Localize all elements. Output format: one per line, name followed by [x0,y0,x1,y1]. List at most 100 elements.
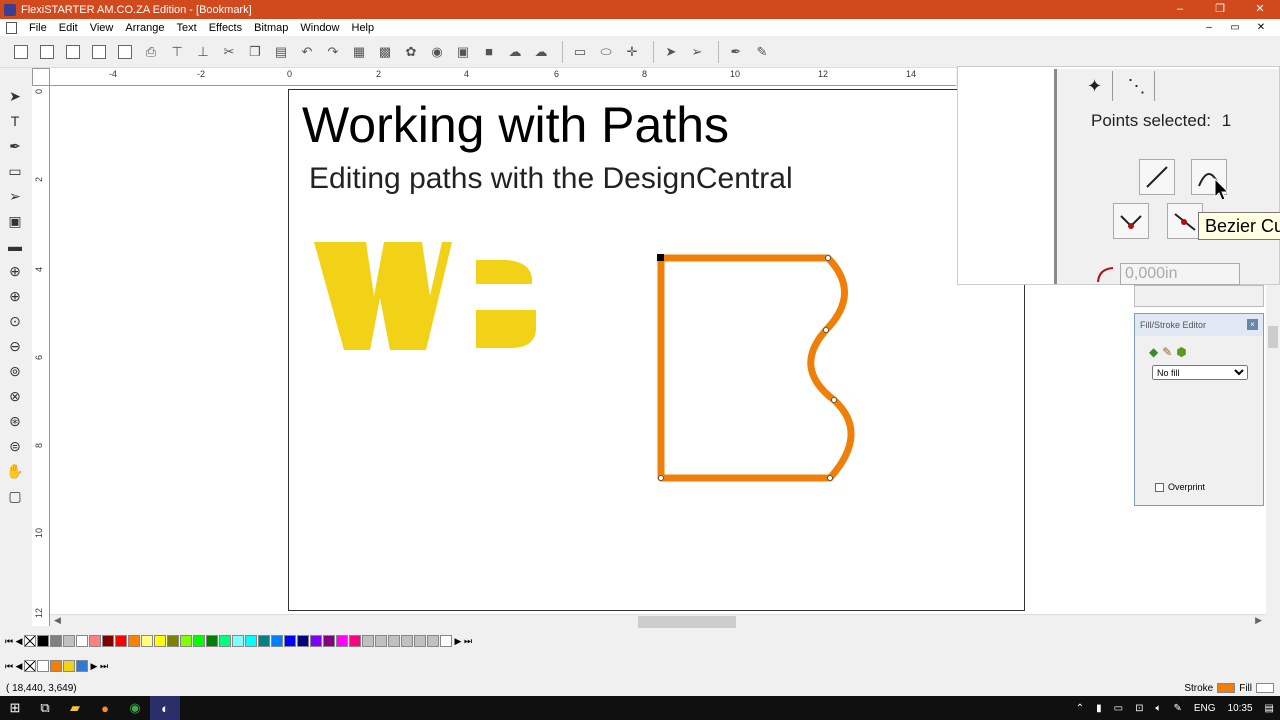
microphone-icon[interactable]: ▮ [1096,703,1102,714]
file-explorer-icon[interactable]: ▰ [60,696,90,720]
palette-prev-icon[interactable]: ◀ [14,635,24,647]
horizontal-ruler[interactable]: -4 -2 0 2 4 6 8 10 12 14 [50,68,956,86]
text-tool-icon[interactable]: T [3,110,27,132]
zoom-in-icon[interactable]: ⊕ [3,285,27,307]
palette-first-icon[interactable]: ⏮ [4,660,14,672]
palette-last-icon[interactable]: ⏭ [463,635,473,647]
scroll-right-icon[interactable]: ▶ [1255,615,1262,626]
view-mode-icon[interactable]: ▢ [3,485,27,507]
color-swatch[interactable] [37,635,49,647]
fill-tab-icon[interactable]: ◆ [1149,345,1158,359]
vertical-ruler[interactable]: 0 2 4 6 8 10 12 [32,86,50,626]
cut-icon[interactable]: ✂ [218,41,240,63]
document-subheading[interactable]: Editing paths with the DesignCentral [309,162,793,196]
path-node[interactable] [831,397,837,403]
color-swatch[interactable] [76,660,88,672]
task-view-icon[interactable]: ⧉ [30,696,60,720]
hand-tool-icon[interactable]: ✋ [3,460,27,482]
copy-icon[interactable]: ❐ [244,41,266,63]
overprint-checkbox[interactable] [1155,482,1164,492]
select-arrow-icon[interactable]: ➤ [660,41,682,63]
menu-text[interactable]: Text [171,22,203,34]
menu-view[interactable]: View [84,22,120,34]
color-swatch[interactable] [50,635,62,647]
color-swatch[interactable] [401,635,413,647]
network-icon[interactable]: ⊡ [1135,703,1143,714]
node-properties-tab-icon[interactable]: ⋱ [1119,71,1155,101]
fill-type-select[interactable]: No fill [1152,365,1248,380]
color-swatch[interactable] [375,635,387,647]
color-swatch[interactable] [154,635,166,647]
color-swatch[interactable] [232,635,244,647]
orange-path[interactable] [657,254,855,482]
color-swatch[interactable] [427,635,439,647]
stroke-color-box[interactable] [1217,683,1236,693]
menu-window[interactable]: Window [294,22,345,34]
ellipse-icon[interactable]: ⬭ [595,41,617,63]
cloud-icon[interactable]: ☁ [504,41,526,63]
color-swatch[interactable] [349,635,361,647]
color-grid-icon[interactable]: ▣ [452,41,474,63]
menu-file[interactable]: File [23,22,53,34]
measure-tool-icon[interactable]: ▬ [3,235,27,257]
battery-icon[interactable]: ▭ [1114,703,1123,714]
menu-bitmap[interactable]: Bitmap [248,22,294,34]
shape-tool-icon[interactable]: ▭ [3,160,27,182]
line-segment-button[interactable] [1139,159,1175,195]
zoom-previous-icon[interactable]: ⊛ [3,410,27,432]
doc-close-button[interactable]: ✕ [1248,19,1274,36]
color-swatch[interactable] [102,635,114,647]
node-value-input[interactable]: 0,000in [1120,263,1240,285]
chrome-icon[interactable]: ◉ [120,696,150,720]
doc-minimize-button[interactable]: – [1196,19,1222,36]
color-swatch[interactable] [141,635,153,647]
color-swatch[interactable] [167,635,179,647]
letter-b[interactable] [476,260,536,348]
rectangle-icon[interactable]: ▭ [569,41,591,63]
color-swatch[interactable] [388,635,400,647]
color-swatch[interactable] [297,635,309,647]
notifications-icon[interactable]: ▤ [1265,703,1274,714]
path-node[interactable] [658,475,664,481]
select-tool-icon[interactable]: ➤ [3,85,27,107]
path-node[interactable] [827,475,833,481]
fill-tool-icon[interactable]: ▣ [3,210,27,232]
volume-icon[interactable]: 🔈︎ [1155,703,1161,714]
color-swatch[interactable] [414,635,426,647]
rotate-node-icon[interactable] [1095,265,1117,285]
color-swatch[interactable] [271,635,283,647]
color-swatch[interactable] [245,635,257,647]
letter-w[interactable] [314,242,452,350]
print-icon[interactable]: ⎙ [140,41,162,63]
zoom-width-icon[interactable]: ⊜ [3,435,27,457]
new-icon[interactable] [10,41,32,63]
zoom-page-icon[interactable]: ⊙ [3,310,27,332]
palette-next-icon[interactable]: ▶ [89,660,99,672]
color-swatch[interactable] [206,635,218,647]
language-indicator[interactable]: ENG [1194,703,1216,714]
vertical-scrollbar[interactable] [1266,286,1280,614]
fill-color-box[interactable] [1256,683,1274,693]
node-edit-tab-icon[interactable]: ✦ [1077,71,1113,101]
color-swatch[interactable] [362,635,374,647]
windows-start-icon[interactable]: ⊞ [0,696,30,720]
color-swatch[interactable] [63,635,75,647]
zoom-icon[interactable]: ◉ [426,41,448,63]
zoom-selected-icon[interactable]: ⊗ [3,385,27,407]
color-swatch[interactable] [128,635,140,647]
zoom-all-icon[interactable]: ⊚ [3,360,27,382]
color-swatch[interactable] [219,635,231,647]
layers-icon[interactable]: ▦ [348,41,370,63]
weed-icon[interactable]: ⊥ [192,41,214,63]
crosshair-icon[interactable]: ✛ [621,41,643,63]
import-icon[interactable] [88,41,110,63]
paste-icon[interactable]: ▤ [270,41,292,63]
undo-icon[interactable]: ↶ [296,41,318,63]
maximize-button[interactable]: ❐ [1200,0,1240,19]
color-swatch[interactable] [310,635,322,647]
no-color-swatch[interactable] [24,660,36,672]
color-swatch[interactable] [440,635,452,647]
clock[interactable]: 10:35 [1228,703,1253,714]
vertical-scroll-thumb[interactable] [1268,326,1278,348]
knife-icon[interactable]: ✎ [751,41,773,63]
